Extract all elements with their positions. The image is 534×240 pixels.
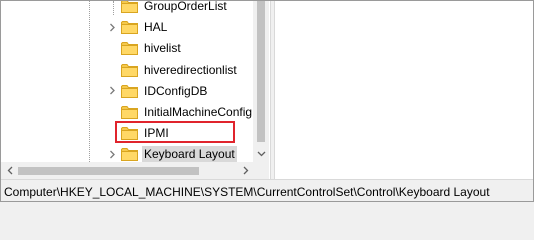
folder-icon — [121, 1, 138, 13]
folder-icon — [121, 63, 138, 77]
expand-chevron-icon[interactable] — [106, 145, 118, 163]
tree-item[interactable]: HAL — [106, 18, 169, 36]
tree-item-label: Keyboard Layout — [142, 146, 237, 163]
scroll-right-arrow-icon[interactable] — [237, 162, 254, 179]
tree-item-label: hivelist — [144, 41, 181, 56]
tree-item-label: InitialMachineConfig — [144, 105, 253, 119]
tree-item-label: IDConfigDB — [144, 83, 208, 98]
folder-icon — [121, 84, 138, 98]
tree-item[interactable]: GroupOrderList — [106, 1, 229, 15]
tree-item-label: GroupOrderList — [144, 1, 227, 13]
tree-guide-line — [89, 1, 90, 162]
key-path-text: Computer\HKEY_LOCAL_MACHINE\SYSTEM\Curre… — [4, 185, 490, 199]
tree-item-label: HAL — [144, 20, 168, 35]
scroll-left-arrow-icon[interactable] — [1, 162, 18, 179]
registry-editor-window: GroupOrderList HAL hivelist hiveredirection… — [0, 0, 534, 202]
values-pane[interactable] — [275, 1, 533, 179]
scrollbar-corner — [253, 162, 269, 179]
folder-icon — [121, 105, 138, 119]
tree-vertical-scrollbar[interactable] — [253, 1, 269, 162]
horizontal-scroll-thumb[interactable] — [18, 167, 199, 175]
expand-chevron-icon[interactable] — [106, 82, 118, 100]
folder-icon — [121, 41, 138, 56]
status-bar: Computer\HKEY_LOCAL_MACHINE\SYSTEM\Curre… — [1, 179, 533, 201]
tree-horizontal-scrollbar[interactable] — [1, 162, 269, 179]
tree-item[interactable]: hivelist — [106, 39, 183, 57]
tree-item[interactable]: Keyboard Layout — [106, 145, 237, 163]
folder-icon — [121, 20, 138, 35]
tree-item[interactable]: hiveredirectionlist — [106, 61, 239, 79]
highlight-annotation-box — [115, 121, 235, 143]
key-tree-pane[interactable]: GroupOrderList HAL hivelist hiveredirection… — [1, 1, 269, 179]
scroll-down-arrow-icon[interactable] — [253, 145, 269, 162]
vertical-scroll-thumb[interactable] — [257, 1, 265, 142]
folder-icon — [121, 147, 138, 162]
tree-item-label: hiveredirectionlist — [144, 62, 237, 77]
tree-item[interactable]: IDConfigDB — [106, 82, 209, 100]
tree-item[interactable]: InitialMachineConfig — [106, 103, 254, 121]
expand-chevron-icon[interactable] — [106, 18, 118, 36]
